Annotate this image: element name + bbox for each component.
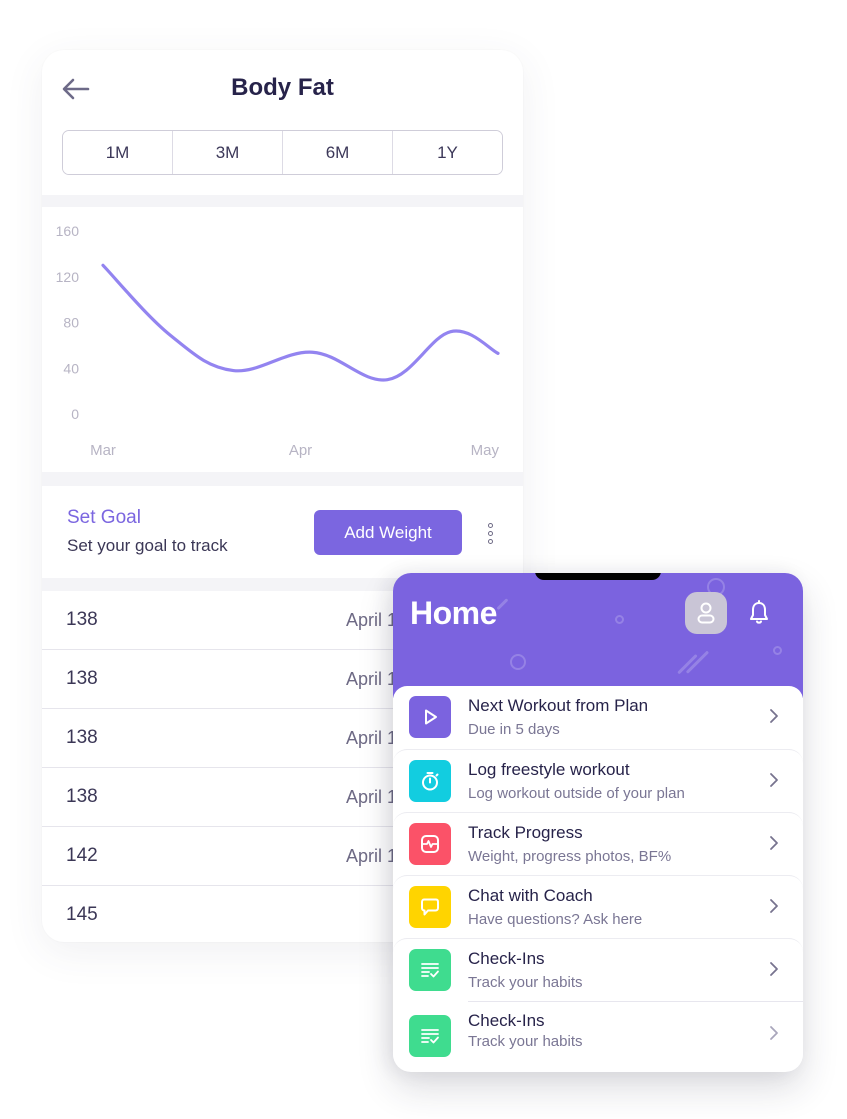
menu-item-check-ins[interactable]: Check-Ins Track your habits	[393, 938, 803, 1001]
home-screen: Home Next Workout from Plan Due in 5 day	[393, 573, 803, 1072]
goal-subtitle: Set your goal to track	[67, 536, 228, 555]
menu-item-log-freestyle[interactable]: Log freestyle workout Log workout outsid…	[393, 749, 803, 812]
body-fat-header: Body Fat 1M 3M 6M 1Y	[42, 50, 523, 195]
y-tick-label: 0	[71, 406, 79, 422]
home-menu: Next Workout from Plan Due in 5 days Log…	[393, 686, 803, 1071]
menu-item-check-ins-2[interactable]: Check-Ins Track your habits	[393, 1001, 803, 1071]
body-fat-chart: 160 120 80 40 0 Mar Apr May	[42, 207, 523, 472]
checklist-icon	[421, 1029, 439, 1044]
entry-date: April 1	[346, 787, 398, 807]
entry-value: 138	[66, 786, 98, 807]
chevron-right-icon	[770, 773, 778, 787]
entry-value: 145	[66, 904, 98, 925]
decorative-circle	[773, 646, 782, 655]
checklist-icon	[421, 963, 439, 978]
menu-item-subtitle: Weight, progress photos, BF%	[468, 848, 672, 865]
activity-monitor-icon	[421, 835, 439, 853]
menu-icon-tile	[409, 886, 451, 928]
stopwatch-icon	[422, 772, 439, 791]
entry-date: April 1	[346, 610, 398, 630]
menu-item-subtitle: Due in 5 days	[468, 721, 560, 738]
decorative-line	[496, 598, 509, 610]
y-tick-label: 40	[63, 360, 79, 376]
dot	[487, 538, 493, 544]
add-weight-button[interactable]: Add Weight	[314, 510, 462, 555]
entry-value: 138	[66, 609, 98, 630]
page-title: Body Fat	[231, 74, 334, 101]
chevron-right-icon	[770, 836, 778, 850]
user-icon	[697, 602, 715, 624]
menu-item-next-workout[interactable]: Next Workout from Plan Due in 5 days	[393, 686, 803, 749]
series-line-0	[101, 263, 500, 382]
y-tick-label: 160	[56, 223, 80, 239]
menu-item-title: Check-Ins	[468, 949, 545, 968]
x-tick-label: Mar	[90, 442, 116, 459]
menu-item-chat-coach[interactable]: Chat with Coach Have questions? Ask here	[393, 875, 803, 938]
range-6m-button[interactable]: 6M	[283, 131, 393, 174]
menu-item-track-progress[interactable]: Track Progress Weight, progress photos, …	[393, 812, 803, 875]
menu-item-title: Check-Ins	[468, 1011, 545, 1030]
menu-item-subtitle: Have questions? Ask here	[468, 911, 643, 928]
more-options-button[interactable]	[482, 516, 498, 550]
chevron-right-icon	[770, 899, 778, 913]
page-title: Home	[410, 595, 497, 631]
chevron-right-icon	[770, 962, 778, 976]
menu-icon-tile	[409, 760, 451, 802]
profile-button[interactable]	[685, 592, 727, 634]
home-header: Home	[393, 573, 803, 698]
menu-item-title: Next Workout from Plan	[468, 696, 649, 715]
notifications-button[interactable]	[747, 600, 771, 626]
dot	[487, 530, 493, 536]
entry-date: April 1	[346, 846, 398, 866]
entry-value: 142	[66, 845, 98, 866]
goal-panel: Set Goal Set your goal to track Add Weig…	[42, 486, 523, 578]
y-tick-label: 120	[56, 269, 80, 285]
menu-icon-tile	[409, 949, 451, 991]
entry-date: April 1	[346, 728, 398, 748]
range-1m-button[interactable]: 1M	[63, 131, 173, 174]
menu-icon-tile	[409, 1015, 451, 1057]
line-chart: 160 120 80 40 0 Mar Apr May	[56, 223, 500, 459]
phone-notch	[535, 573, 661, 580]
entry-date: April 1	[346, 669, 398, 689]
time-range-selector: 1M 3M 6M 1Y	[62, 130, 503, 175]
decorative-circle	[510, 654, 526, 670]
chevron-right-icon	[770, 1026, 778, 1040]
menu-icon-tile	[409, 696, 451, 738]
menu-item-title: Track Progress	[468, 823, 583, 842]
entry-value: 138	[66, 727, 98, 748]
play-icon	[425, 709, 437, 725]
x-tick-label: May	[471, 442, 500, 459]
entry-value: 138	[66, 668, 98, 689]
range-3m-button[interactable]: 3M	[173, 131, 283, 174]
bell-icon	[750, 600, 768, 624]
menu-item-title: Log freestyle workout	[468, 760, 630, 779]
chat-bubble-icon	[421, 898, 439, 916]
chevron-right-icon	[770, 709, 778, 723]
vertical-ellipsis-icon	[487, 522, 493, 528]
menu-item-subtitle: Track your habits	[468, 974, 583, 991]
y-tick-label: 80	[63, 315, 79, 331]
menu-item-subtitle: Log workout outside of your plan	[468, 785, 685, 802]
decorative-circle	[615, 615, 624, 624]
x-tick-label: Apr	[289, 442, 312, 459]
menu-icon-tile	[409, 823, 451, 865]
menu-item-subtitle: Track your habits	[468, 1033, 583, 1050]
range-1y-button[interactable]: 1Y	[393, 131, 502, 174]
set-goal-link[interactable]: Set Goal	[67, 507, 141, 529]
menu-item-title: Chat with Coach	[468, 886, 593, 905]
